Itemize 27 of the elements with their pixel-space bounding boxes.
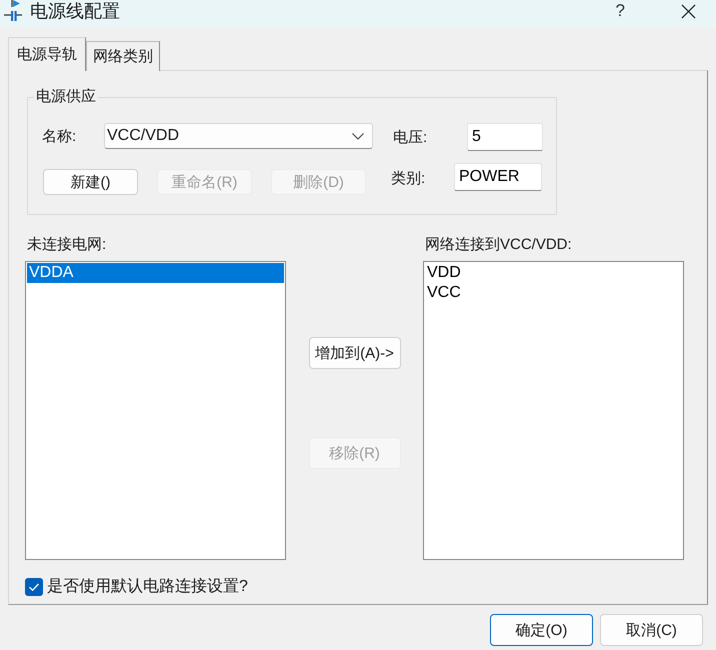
circuit-symbol-icon bbox=[4, 0, 22, 22]
checkbox[interactable] bbox=[25, 578, 43, 596]
list-item[interactable]: VCC bbox=[425, 283, 682, 303]
name-label: 名称: bbox=[42, 128, 78, 146]
class-field[interactable]: POWER bbox=[454, 163, 542, 191]
group-title: 电源供应 bbox=[35, 88, 97, 106]
connected-nets-list[interactable]: VDD VCC bbox=[423, 261, 684, 560]
dialog-button[interactable]: 确定(O) bbox=[490, 614, 593, 646]
list-heading: 网络连接到VCC/VDD: bbox=[425, 236, 573, 254]
transfer-button[interactable]: 增加到(A)-> bbox=[308, 337, 400, 369]
dialog-button[interactable]: 取消(C) bbox=[600, 614, 703, 646]
unconnected-nets-list[interactable]: VDDA bbox=[25, 261, 286, 560]
help-button[interactable]: ? bbox=[612, 0, 629, 22]
checkbox-label: 是否使用默认电路连接设置? bbox=[47, 578, 248, 596]
window-title: 电源线配置 bbox=[30, 0, 120, 22]
voltage-label: 电压: bbox=[393, 129, 428, 147]
list-item[interactable]: VDDA bbox=[27, 263, 284, 283]
chevron-down-icon bbox=[352, 132, 364, 140]
voltage-field[interactable]: 5 bbox=[467, 123, 543, 151]
class-label: 类别: bbox=[391, 170, 426, 188]
tab[interactable]: 网络类别 bbox=[86, 41, 160, 71]
list-heading: 未连接电网: bbox=[27, 236, 108, 254]
name-dropdown[interactable]: VCC/VDD bbox=[104, 123, 373, 149]
tab[interactable]: 电源导轨 bbox=[8, 37, 86, 71]
list-item[interactable]: VDD bbox=[425, 263, 682, 283]
close-icon[interactable] bbox=[681, 4, 696, 19]
action-button[interactable]: 新建() bbox=[43, 169, 138, 195]
